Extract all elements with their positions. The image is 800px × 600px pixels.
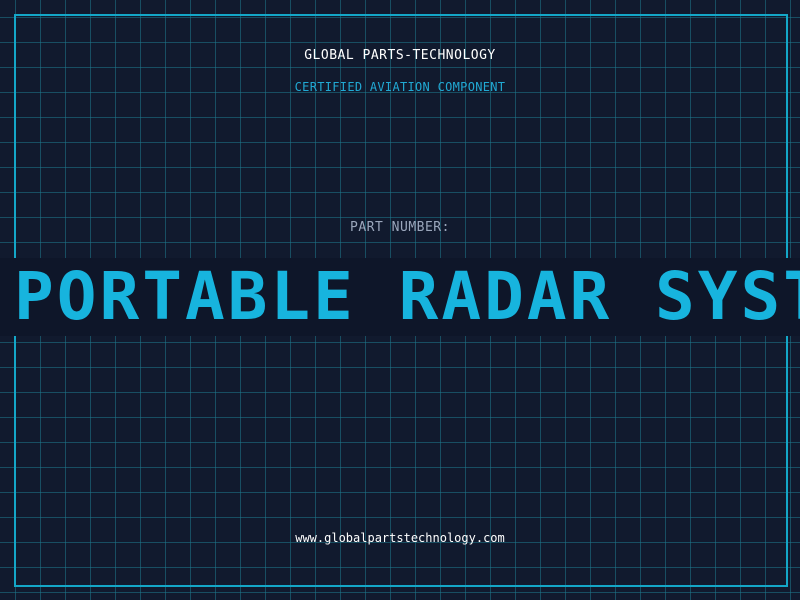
part-number-label: PART NUMBER: xyxy=(350,220,450,235)
website-url: www.globalpartstechnology.com xyxy=(295,531,505,545)
part-number-band: PORTABLE RADAR SYSTEM xyxy=(0,258,800,336)
part-card: GLOBAL PARTS-TECHNOLOGY CERTIFIED AVIATI… xyxy=(0,0,800,600)
certification-subtitle: CERTIFIED AVIATION COMPONENT xyxy=(294,80,506,94)
part-number-value: PORTABLE RADAR SYSTEM xyxy=(14,258,800,335)
company-name: GLOBAL PARTS-TECHNOLOGY xyxy=(304,48,496,63)
